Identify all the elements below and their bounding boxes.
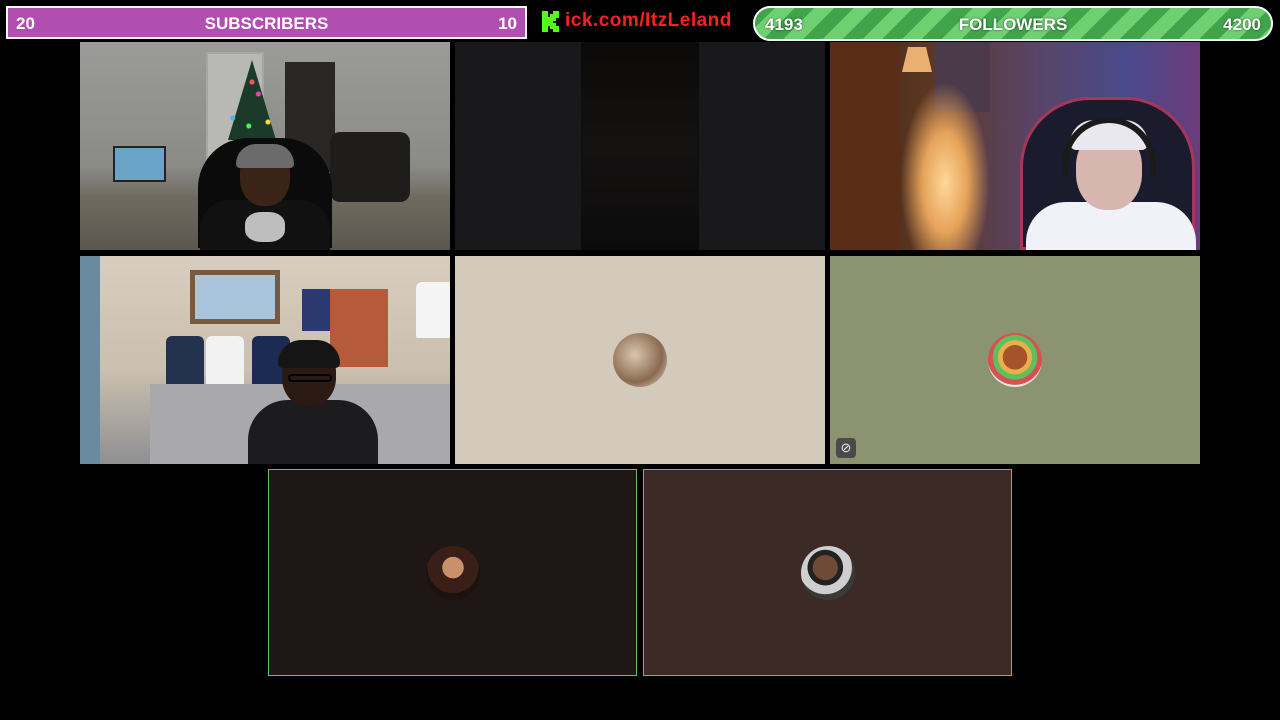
scene-tv xyxy=(113,146,166,182)
participant-avatar-tile-active[interactable] xyxy=(643,469,1012,676)
user-avatar-icon xyxy=(800,545,855,600)
dark-video-feed xyxy=(581,42,699,250)
user-avatar-icon xyxy=(613,333,667,387)
scene-curtain xyxy=(80,256,100,464)
person-glasses xyxy=(288,374,332,382)
person-beanie xyxy=(278,340,340,368)
followers-label: FOLLOWERS xyxy=(958,15,1068,34)
followers-goal: 4200 xyxy=(1223,15,1261,34)
kick-channel-link: ick.com/ItzLeland xyxy=(540,8,732,34)
participant-video-tile[interactable] xyxy=(80,256,450,464)
subscribers-goal: 10 xyxy=(498,14,517,33)
participant-video-tile[interactable] xyxy=(80,42,450,250)
subscribers-goal-bar: 20 SUBSCRIBERS 10 xyxy=(6,6,527,39)
person-hoodie xyxy=(248,400,378,464)
participant-avatar-tile[interactable]: ⊘ xyxy=(830,256,1200,464)
shirt-print xyxy=(245,212,285,242)
participant-person xyxy=(198,138,332,250)
participant-avatar-tile-active[interactable] xyxy=(268,469,637,676)
participant-avatar-tile[interactable] xyxy=(455,256,825,464)
scene-door xyxy=(830,42,900,250)
kick-logo-icon xyxy=(542,11,559,32)
scene-lamp xyxy=(902,47,932,72)
tree-lights xyxy=(220,62,284,142)
followers-goal-bar: 4193 FOLLOWERS 4200 xyxy=(753,6,1273,41)
participant-person xyxy=(248,340,378,464)
scene-window xyxy=(190,270,280,324)
christmas-tree-lights xyxy=(900,82,990,250)
stream-overlay: 20 SUBSCRIBERS 10 ick.com/ItzLeland 4193… xyxy=(0,0,1280,720)
user-avatar-icon xyxy=(425,545,480,600)
camera-off-icon: ⊘ xyxy=(836,438,856,458)
participant-video-tile[interactable] xyxy=(830,42,1200,250)
participant-video-tile[interactable] xyxy=(455,42,825,250)
scene-couch xyxy=(330,132,410,202)
subscribers-label: SUBSCRIBERS xyxy=(204,14,329,33)
kick-url: ick.com/ItzLeland xyxy=(565,10,732,31)
user-avatar-icon xyxy=(988,333,1042,387)
person-beanie xyxy=(236,144,294,168)
wall-jersey xyxy=(416,282,450,338)
